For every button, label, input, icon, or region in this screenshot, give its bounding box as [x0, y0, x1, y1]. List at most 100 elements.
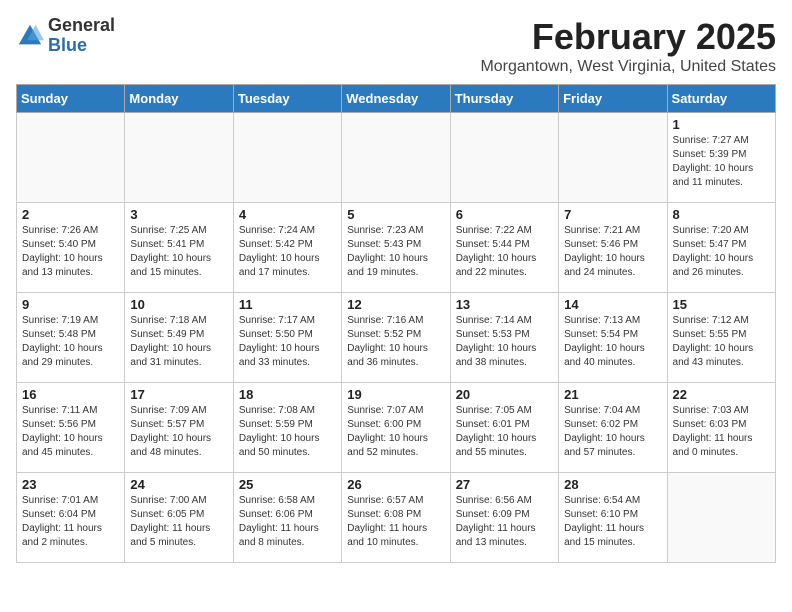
- calendar-cell: [342, 113, 450, 203]
- calendar-cell: 1 Sunrise: 7:27 AM Sunset: 5:39 PM Daylig…: [667, 113, 775, 203]
- calendar-cell: 5 Sunrise: 7:23 AM Sunset: 5:43 PM Daylig…: [342, 203, 450, 293]
- week-row-2: 2Sunrise: 7:26 AM Sunset: 5:40 PM Daylig…: [17, 203, 776, 293]
- calendar-cell: 15 Sunrise: 7:12 AM Sunset: 5:55 PM Dayli…: [667, 293, 775, 383]
- day-info: Sunrise: 7:07 AM Sunset: 6:00 PM Dayligh…: [347, 404, 444, 460]
- day-info: Sunrise: 7:24 AM Sunset: 5:42 PM Dayligh…: [239, 224, 336, 280]
- weekday-header-tuesday: Tuesday: [233, 85, 341, 113]
- day-number: 12: [347, 297, 444, 312]
- weekday-header-sunday: Sunday: [17, 85, 125, 113]
- day-info: Sunrise: 7:01 AM Sunset: 6:04 PM Dayligh…: [22, 494, 119, 550]
- day-info: Sunrise: 7:26 AM Sunset: 5:40 PM Dayligh…: [22, 224, 119, 280]
- day-info: Sunrise: 7:13 AM Sunset: 5:54 PM Dayligh…: [564, 314, 661, 370]
- calendar-cell: 25Sunrise: 6:58 AM Sunset: 6:06 PM Dayli…: [233, 473, 341, 563]
- day-info: Sunrise: 7:03 AM Sunset: 6:03 PM Dayligh…: [673, 404, 770, 460]
- day-info: Sunrise: 6:57 AM Sunset: 6:08 PM Dayligh…: [347, 494, 444, 550]
- calendar-cell: 3Sunrise: 7:25 AM Sunset: 5:41 PM Daylig…: [125, 203, 233, 293]
- day-info: Sunrise: 6:54 AM Sunset: 6:10 PM Dayligh…: [564, 494, 661, 550]
- day-info: Sunrise: 7:19 AM Sunset: 5:48 PM Dayligh…: [22, 314, 119, 370]
- weekday-header-row: SundayMondayTuesdayWednesdayThursdayFrid…: [17, 85, 776, 113]
- day-info: Sunrise: 6:58 AM Sunset: 6:06 PM Dayligh…: [239, 494, 336, 550]
- calendar-cell: 9 Sunrise: 7:19 AM Sunset: 5:48 PM Daylig…: [17, 293, 125, 383]
- calendar-cell: 22 Sunrise: 7:03 AM Sunset: 6:03 PM Dayli…: [667, 383, 775, 473]
- title-area: February 2025 Morgantown, West Virginia,…: [480, 16, 776, 76]
- calendar-cell: [559, 113, 667, 203]
- day-info: Sunrise: 7:08 AM Sunset: 5:59 PM Dayligh…: [239, 404, 336, 460]
- calendar-cell: 2Sunrise: 7:26 AM Sunset: 5:40 PM Daylig…: [17, 203, 125, 293]
- day-number: 4: [239, 207, 336, 222]
- calendar-cell: [17, 113, 125, 203]
- day-info: Sunrise: 7:09 AM Sunset: 5:57 PM Dayligh…: [130, 404, 227, 460]
- day-number: 20: [456, 387, 553, 402]
- logo-general: General: [48, 15, 115, 35]
- day-info: Sunrise: 7:22 AM Sunset: 5:44 PM Dayligh…: [456, 224, 553, 280]
- calendar-cell: 23 Sunrise: 7:01 AM Sunset: 6:04 PM Dayli…: [17, 473, 125, 563]
- calendar-cell: 17 Sunrise: 7:09 AM Sunset: 5:57 PM Dayli…: [125, 383, 233, 473]
- day-number: 13: [456, 297, 553, 312]
- calendar-cell: 16Sunrise: 7:11 AM Sunset: 5:56 PM Dayli…: [17, 383, 125, 473]
- weekday-header-saturday: Saturday: [667, 85, 775, 113]
- day-info: Sunrise: 7:12 AM Sunset: 5:55 PM Dayligh…: [673, 314, 770, 370]
- calendar-cell: 14 Sunrise: 7:13 AM Sunset: 5:54 PM Dayli…: [559, 293, 667, 383]
- calendar-cell: 11 Sunrise: 7:17 AM Sunset: 5:50 PM Dayli…: [233, 293, 341, 383]
- day-number: 22: [673, 387, 770, 402]
- calendar-cell: 21 Sunrise: 7:04 AM Sunset: 6:02 PM Dayli…: [559, 383, 667, 473]
- calendar-cell: [667, 473, 775, 563]
- day-info: Sunrise: 7:00 AM Sunset: 6:05 PM Dayligh…: [130, 494, 227, 550]
- calendar-cell: 4 Sunrise: 7:24 AM Sunset: 5:42 PM Daylig…: [233, 203, 341, 293]
- calendar-cell: 27 Sunrise: 6:56 AM Sunset: 6:09 PM Dayli…: [450, 473, 558, 563]
- calendar-cell: [450, 113, 558, 203]
- week-row-5: 23 Sunrise: 7:01 AM Sunset: 6:04 PM Dayli…: [17, 473, 776, 563]
- logo-text: General Blue: [48, 16, 115, 56]
- day-number: 5: [347, 207, 444, 222]
- day-number: 19: [347, 387, 444, 402]
- weekday-header-thursday: Thursday: [450, 85, 558, 113]
- day-number: 11: [239, 297, 336, 312]
- calendar-cell: 28 Sunrise: 6:54 AM Sunset: 6:10 PM Dayli…: [559, 473, 667, 563]
- day-info: Sunrise: 7:20 AM Sunset: 5:47 PM Dayligh…: [673, 224, 770, 280]
- day-info: Sunrise: 7:11 AM Sunset: 5:56 PM Dayligh…: [22, 404, 119, 460]
- week-row-3: 9 Sunrise: 7:19 AM Sunset: 5:48 PM Daylig…: [17, 293, 776, 383]
- calendar-cell: [125, 113, 233, 203]
- day-number: 9: [22, 297, 119, 312]
- weekday-header-wednesday: Wednesday: [342, 85, 450, 113]
- month-title: February 2025: [480, 16, 776, 58]
- logo-blue: Blue: [48, 35, 87, 55]
- weekday-header-friday: Friday: [559, 85, 667, 113]
- location-title: Morgantown, West Virginia, United States: [480, 58, 776, 76]
- day-info: Sunrise: 7:17 AM Sunset: 5:50 PM Dayligh…: [239, 314, 336, 370]
- calendar-cell: 10Sunrise: 7:18 AM Sunset: 5:49 PM Dayli…: [125, 293, 233, 383]
- day-number: 17: [130, 387, 227, 402]
- day-info: Sunrise: 7:14 AM Sunset: 5:53 PM Dayligh…: [456, 314, 553, 370]
- calendar: SundayMondayTuesdayWednesdayThursdayFrid…: [16, 84, 776, 563]
- day-number: 7: [564, 207, 661, 222]
- day-number: 28: [564, 477, 661, 492]
- calendar-cell: 24Sunrise: 7:00 AM Sunset: 6:05 PM Dayli…: [125, 473, 233, 563]
- calendar-cell: 7Sunrise: 7:21 AM Sunset: 5:46 PM Daylig…: [559, 203, 667, 293]
- day-number: 14: [564, 297, 661, 312]
- day-info: Sunrise: 7:18 AM Sunset: 5:49 PM Dayligh…: [130, 314, 227, 370]
- week-row-4: 16Sunrise: 7:11 AM Sunset: 5:56 PM Dayli…: [17, 383, 776, 473]
- day-info: Sunrise: 6:56 AM Sunset: 6:09 PM Dayligh…: [456, 494, 553, 550]
- day-number: 8: [673, 207, 770, 222]
- page-header: General Blue February 2025 Morgantown, W…: [16, 16, 776, 76]
- calendar-cell: 19 Sunrise: 7:07 AM Sunset: 6:00 PM Dayli…: [342, 383, 450, 473]
- calendar-cell: 13 Sunrise: 7:14 AM Sunset: 5:53 PM Dayli…: [450, 293, 558, 383]
- week-row-1: 1 Sunrise: 7:27 AM Sunset: 5:39 PM Daylig…: [17, 113, 776, 203]
- calendar-cell: 8 Sunrise: 7:20 AM Sunset: 5:47 PM Daylig…: [667, 203, 775, 293]
- day-info: Sunrise: 7:27 AM Sunset: 5:39 PM Dayligh…: [673, 134, 770, 190]
- logo-icon: [16, 22, 44, 50]
- day-number: 21: [564, 387, 661, 402]
- day-number: 26: [347, 477, 444, 492]
- weekday-header-monday: Monday: [125, 85, 233, 113]
- day-info: Sunrise: 7:23 AM Sunset: 5:43 PM Dayligh…: [347, 224, 444, 280]
- day-info: Sunrise: 7:04 AM Sunset: 6:02 PM Dayligh…: [564, 404, 661, 460]
- calendar-cell: 6Sunrise: 7:22 AM Sunset: 5:44 PM Daylig…: [450, 203, 558, 293]
- calendar-cell: 18 Sunrise: 7:08 AM Sunset: 5:59 PM Dayli…: [233, 383, 341, 473]
- day-number: 18: [239, 387, 336, 402]
- day-number: 23: [22, 477, 119, 492]
- day-number: 15: [673, 297, 770, 312]
- day-number: 1: [673, 117, 770, 132]
- day-info: Sunrise: 7:05 AM Sunset: 6:01 PM Dayligh…: [456, 404, 553, 460]
- day-info: Sunrise: 7:16 AM Sunset: 5:52 PM Dayligh…: [347, 314, 444, 370]
- day-number: 27: [456, 477, 553, 492]
